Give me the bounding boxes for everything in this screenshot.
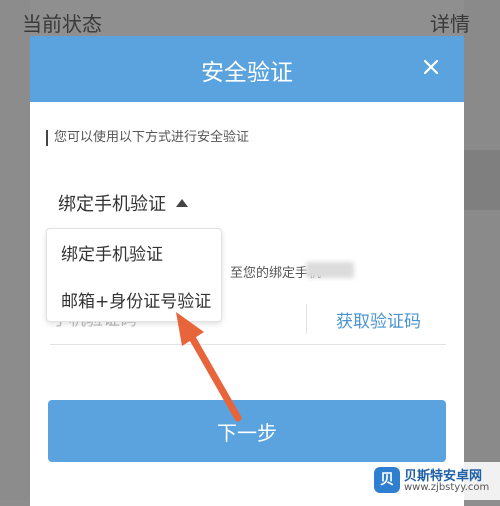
background-status-label: 当前状态 xyxy=(22,12,102,36)
close-icon[interactable] xyxy=(416,52,446,82)
next-step-button[interactable]: 下一步 xyxy=(48,400,446,462)
background-details-label: 详情 xyxy=(430,12,470,36)
dialog-header: 安全验证 xyxy=(30,36,464,102)
get-code-button[interactable]: 获取验证码 xyxy=(336,307,421,332)
selected-method-label: 绑定手机验证 xyxy=(58,194,166,215)
site-watermark: 贝 贝斯特安卓网 www.zjbstyy.com xyxy=(368,462,500,500)
verification-method-select[interactable]: 绑定手机验证 xyxy=(58,190,188,216)
field-divider xyxy=(306,304,307,334)
verification-hint: 您可以使用以下方式进行安全验证 xyxy=(46,130,249,146)
background-left xyxy=(0,0,30,500)
watermark-url: www.zjbstyy.com xyxy=(404,482,490,493)
field-underline xyxy=(50,344,446,345)
background-strip xyxy=(464,150,500,210)
menu-item-phone-verification[interactable]: 绑定手机验证 xyxy=(61,240,163,265)
caret-up-icon xyxy=(176,199,188,207)
masked-phone-number xyxy=(306,262,354,278)
watermark-logo-icon: 贝 xyxy=(374,467,400,493)
background-right xyxy=(464,0,500,500)
menu-item-email-id-verification[interactable]: 邮箱+身份证号验证 xyxy=(61,287,211,312)
verification-method-menu: 绑定手机验证 邮箱+身份证号验证 xyxy=(46,228,222,322)
dialog-title: 安全验证 xyxy=(201,60,293,86)
